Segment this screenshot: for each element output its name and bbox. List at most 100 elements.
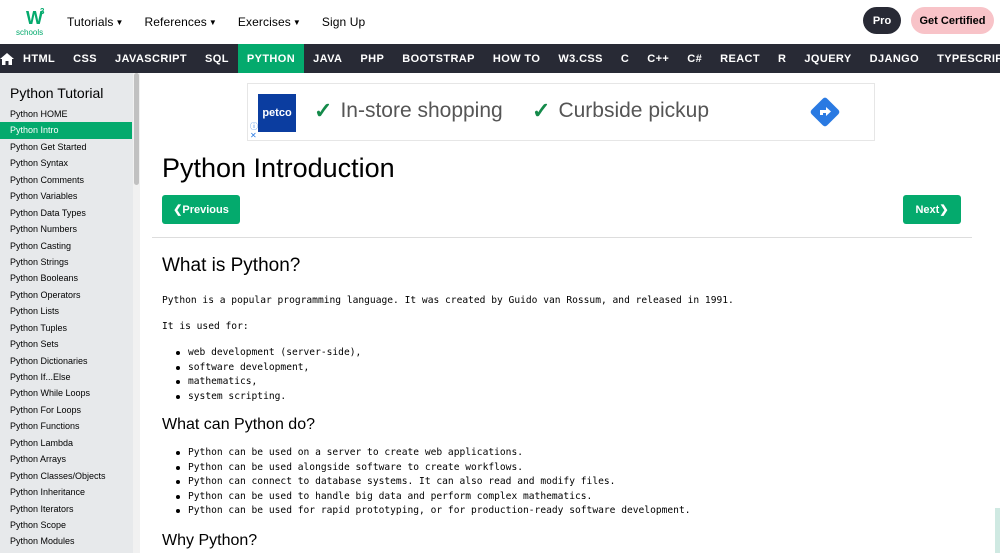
w3schools-logo[interactable]: W 3 schools: [16, 6, 48, 38]
subject-link-javascript[interactable]: JAVASCRIPT: [106, 44, 196, 73]
sidebar-item[interactable]: Python HOME: [0, 106, 132, 122]
subject-link-w3css[interactable]: W3.CSS: [549, 44, 612, 73]
nav-references[interactable]: References ▼: [145, 15, 217, 29]
section-heading-what-can-python-do: What can Python do?: [162, 416, 315, 433]
sidebar-item[interactable]: Python Arrays: [0, 451, 132, 467]
subject-link-r[interactable]: R: [769, 44, 795, 73]
previous-label: Previous: [182, 203, 229, 216]
sidebar-item[interactable]: Python Intro: [0, 122, 132, 139]
sidebar-item[interactable]: Python Tuples: [0, 320, 132, 336]
page-title: Python Introduction: [162, 153, 395, 183]
subject-link-php[interactable]: PHP: [351, 44, 393, 73]
advertisement[interactable]: petco ✓ In-store shopping ✓ Curbside picku…: [247, 83, 875, 141]
pro-button[interactable]: Pro: [863, 7, 901, 34]
sidebar-item[interactable]: Python If...Else: [0, 369, 132, 385]
section-heading-why-python: Why Python?: [162, 532, 258, 549]
section-heading-what-is-python: What is Python?: [162, 255, 301, 276]
sidebar-list: Python HOME Python Intro Python Get Starte…: [0, 106, 132, 550]
sidebar-item[interactable]: Python While Loops: [0, 385, 132, 401]
sidebar-item[interactable]: Python Functions: [0, 418, 132, 434]
sidebar-item[interactable]: Python Iterators: [0, 501, 132, 517]
capabilities-list: Python can be used on a server to create…: [176, 446, 691, 519]
list-item: system scripting.: [176, 390, 361, 405]
next-label: Next: [915, 203, 940, 216]
previous-button[interactable]: ❮ Previous: [162, 195, 240, 224]
list-item-text: Python can be used on a server to create…: [188, 447, 524, 458]
directions-icon[interactable]: [810, 97, 840, 127]
subject-link-typescript[interactable]: TYPESCRIPT: [928, 44, 1000, 73]
sidebar-item[interactable]: Python Scope: [0, 517, 132, 533]
list-item-text: Python can connect to database systems. …: [188, 476, 616, 487]
sidebar-item[interactable]: Python Booleans: [0, 270, 132, 286]
get-certified-button[interactable]: Get Certified: [911, 7, 994, 34]
sidebar-item[interactable]: Python Numbers: [0, 221, 132, 237]
subject-link-react[interactable]: REACT: [711, 44, 769, 73]
sidebar-item[interactable]: Python Casting: [0, 238, 132, 254]
bullet-icon: [176, 509, 180, 514]
caret-down-icon: ▼: [292, 17, 301, 27]
subject-link-html[interactable]: HTML: [14, 44, 64, 73]
sidebar-item[interactable]: Python Operators: [0, 287, 132, 303]
sidebar-item[interactable]: Python For Loops: [0, 402, 132, 418]
subject-link-django[interactable]: DJANGO: [861, 44, 928, 73]
nav-tutorials[interactable]: Tutorials ▼: [67, 15, 124, 29]
list-item: Python can be used on a server to create…: [176, 446, 691, 461]
list-item-text: web development (server-side),: [188, 347, 362, 358]
bullet-icon: [176, 394, 180, 399]
subject-link-how-to[interactable]: HOW TO: [484, 44, 549, 73]
divider: [152, 237, 972, 238]
sidebar-item[interactable]: Python Strings: [0, 254, 132, 270]
sidebar-item[interactable]: Python Modules: [0, 533, 132, 549]
nav-references-label: References: [144, 15, 207, 29]
sidebar-item[interactable]: Python Get Started: [0, 139, 132, 155]
nav-tutorials-label: Tutorials: [67, 15, 114, 29]
feedback-tab[interactable]: [995, 508, 1000, 553]
ad-text-2: ✓ Curbside pickup: [532, 98, 709, 124]
bullet-icon: [176, 494, 180, 499]
sidebar-item[interactable]: Python Classes/Objects: [0, 468, 132, 484]
check-icon: ✓: [314, 98, 333, 123]
sidebar-scrollbar-thumb[interactable]: [134, 73, 139, 185]
nav-exercises[interactable]: Exercises ▼: [238, 15, 301, 29]
top-bar: W 3 schools Tutorials ▼ References ▼ Exerc…: [0, 0, 1000, 44]
bullet-icon: [176, 480, 180, 485]
subject-link-cpp[interactable]: C++: [638, 44, 678, 73]
subject-link-c[interactable]: C: [612, 44, 638, 73]
paragraph-intro: Python is a popular programming language…: [162, 295, 734, 306]
subject-link-sql[interactable]: SQL: [196, 44, 238, 73]
sidebar-item[interactable]: Python Dictionaries: [0, 353, 132, 369]
ad-info-icon[interactable]: ⓘ ✕: [250, 122, 258, 140]
subject-link-python[interactable]: PYTHON: [237, 44, 305, 73]
subject-link-css[interactable]: CSS: [64, 44, 106, 73]
sidebar-item[interactable]: Python Data Types: [0, 205, 132, 221]
sidebar-item[interactable]: Python Syntax: [0, 155, 132, 171]
sidebar-item[interactable]: Python Sets: [0, 336, 132, 352]
sidebar-item[interactable]: Python Variables: [0, 188, 132, 204]
list-item-text: system scripting.: [188, 390, 287, 402]
caret-down-icon: ▼: [208, 17, 217, 27]
bullet-icon: [176, 465, 180, 470]
sidebar-item[interactable]: Python Lambda: [0, 435, 132, 451]
nav-exercises-label: Exercises: [237, 15, 291, 29]
list-item: software development,: [176, 361, 361, 376]
sidebar-item[interactable]: Python Comments: [0, 172, 132, 188]
home-icon[interactable]: [0, 44, 14, 73]
nav-sign-up[interactable]: Sign Up: [322, 15, 365, 29]
subject-link-bootstrap[interactable]: BOOTSTRAP: [393, 44, 484, 73]
next-button[interactable]: Next ❯: [903, 195, 961, 224]
list-item: mathematics,: [176, 375, 361, 390]
list-item-text: Python can be used to handle big data an…: [188, 490, 593, 502]
sidebar-item[interactable]: Python Inheritance: [0, 484, 132, 500]
subject-link-java[interactable]: JAVA: [304, 44, 351, 73]
chevron-right-icon: ❯: [939, 204, 949, 216]
list-item: Python can be used for rapid prototyping…: [176, 504, 691, 519]
subject-link-csharp[interactable]: C#: [678, 44, 711, 73]
subject-link-jquery[interactable]: JQUERY: [795, 44, 860, 73]
chevron-left-icon: ❮: [173, 204, 183, 216]
ad-text-1-label: In-store shopping: [340, 99, 503, 122]
caret-down-icon: ▼: [115, 17, 124, 27]
sidebar-item[interactable]: Python Lists: [0, 303, 132, 319]
bullet-icon: [176, 451, 180, 456]
subject-nav: HTML CSS JAVASCRIPT SQL PYTHON JAVA PHP …: [0, 44, 1000, 73]
ad-text-2-label: Curbside pickup: [558, 99, 710, 122]
